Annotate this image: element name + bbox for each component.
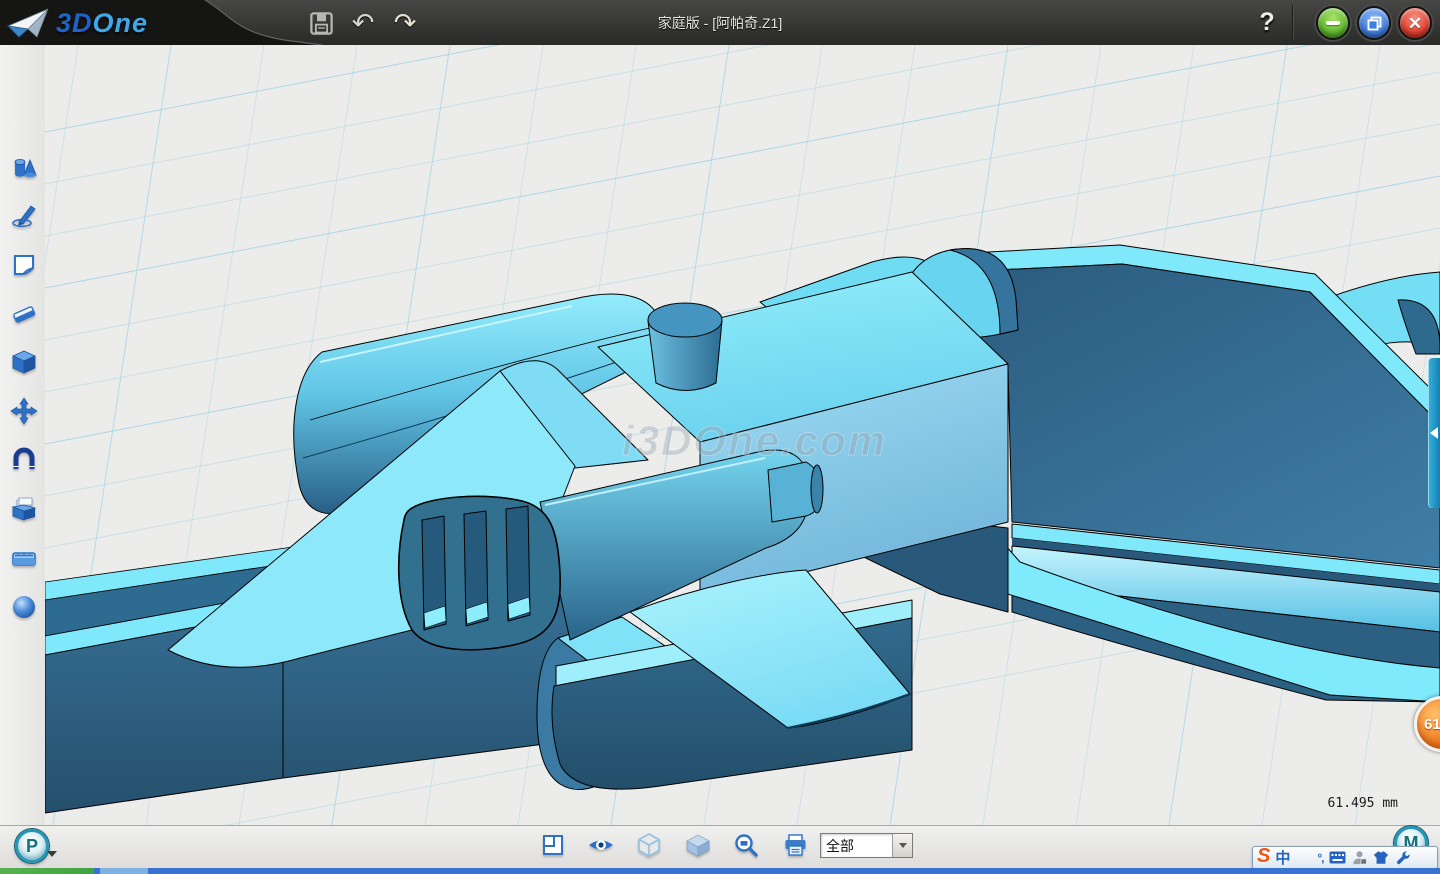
ime-logo-icon[interactable]: S bbox=[1257, 846, 1270, 866]
user-profile-icon bbox=[1352, 850, 1367, 865]
sidebar-item-sketch-plane[interactable] bbox=[9, 250, 39, 280]
taskbar-strip-highlight bbox=[100, 868, 148, 874]
ime-punctuation-toggle[interactable]: °, bbox=[1317, 851, 1323, 865]
settings-wrench-icon bbox=[1396, 850, 1411, 865]
ime-profile-button[interactable] bbox=[1351, 849, 1368, 866]
view-filter-value: 全部 bbox=[821, 834, 892, 857]
soft-keyboard-icon bbox=[1329, 851, 1346, 864]
sidebar-item-feature-cube[interactable] bbox=[9, 347, 39, 377]
logo-text-one: One bbox=[93, 8, 149, 38]
app-logo: 3DOne bbox=[6, 5, 236, 41]
ime-toolbar: S 中 °, bbox=[1252, 846, 1438, 869]
help-button[interactable]: ? bbox=[1252, 4, 1282, 41]
ime-keyboard-button[interactable] bbox=[1329, 849, 1346, 866]
titlebar-separator bbox=[1292, 5, 1293, 39]
restore-icon bbox=[1367, 16, 1382, 31]
half-moon-icon bbox=[1296, 850, 1311, 865]
ime-skin-button[interactable] bbox=[1373, 849, 1390, 866]
visibility-button[interactable] bbox=[587, 832, 615, 858]
view-filter-dropdown[interactable]: 全部 bbox=[820, 833, 913, 858]
3done-app-window: { "window": { "logo_3d": "3D", "logo_one… bbox=[0, 0, 1440, 874]
p-button-caret[interactable] bbox=[47, 851, 57, 857]
paper-plane-icon bbox=[6, 6, 50, 40]
p-button-label: P bbox=[26, 836, 38, 857]
sidebar-item-assembly-box[interactable] bbox=[9, 494, 39, 524]
sidebar-item-measure-kit[interactable] bbox=[9, 543, 39, 573]
plane-corner-icon bbox=[541, 833, 565, 857]
magnet-icon bbox=[10, 446, 38, 474]
sidebar-item-eraser[interactable] bbox=[9, 299, 39, 329]
viewport-canvas[interactable]: i3DOne.com bbox=[45, 45, 1440, 825]
title-bar: 3DOne ↶ ↷ 家庭版 - [阿帕奇.Z1] ? ✕ bbox=[0, 0, 1440, 46]
redo-button[interactable]: ↷ bbox=[390, 8, 420, 38]
pattern-library-button[interactable]: P bbox=[15, 829, 49, 863]
collapse-arrow-icon bbox=[1430, 427, 1438, 439]
wireframe-cube-icon bbox=[637, 832, 661, 858]
save-floppy-icon bbox=[308, 10, 335, 37]
print-icon bbox=[783, 833, 808, 858]
assembly-box-icon bbox=[10, 495, 38, 523]
ime-fullhalf-toggle[interactable] bbox=[1295, 849, 1312, 866]
shaded-view-button[interactable] bbox=[684, 832, 712, 858]
taskbar-strip bbox=[0, 868, 1440, 874]
close-button[interactable]: ✕ bbox=[1398, 6, 1432, 40]
model-apache[interactable] bbox=[45, 245, 1440, 813]
shaded-cube-icon bbox=[685, 833, 711, 857]
floating-badge-value: 61 bbox=[1424, 716, 1440, 733]
sketch-plane-icon bbox=[10, 251, 38, 279]
print-button[interactable] bbox=[781, 832, 809, 858]
redo-icon: ↷ bbox=[394, 10, 417, 36]
skin-shirt-icon bbox=[1373, 850, 1389, 865]
window-title: 家庭版 - [阿帕奇.Z1] bbox=[658, 0, 782, 45]
taskbar-strip-green bbox=[0, 868, 94, 874]
ime-settings-button[interactable] bbox=[1395, 849, 1412, 866]
move-arrows-icon bbox=[10, 397, 38, 425]
save-button[interactable] bbox=[306, 8, 336, 38]
chevron-down-icon bbox=[899, 843, 907, 848]
dimension-readout: 61.495 mm bbox=[1298, 796, 1398, 811]
zoom-capture-button[interactable] bbox=[732, 832, 760, 858]
watermark: i3DOne.com bbox=[622, 417, 887, 464]
engine-intake-slots bbox=[422, 506, 530, 630]
sketch-pen-icon bbox=[10, 202, 38, 230]
model-rotor-mast bbox=[648, 303, 722, 391]
sidebar-item-magnet-snap[interactable] bbox=[9, 445, 39, 475]
restore-button[interactable] bbox=[1357, 6, 1391, 40]
measure-kit-icon bbox=[10, 544, 38, 572]
visibility-eye-icon bbox=[588, 835, 614, 855]
wireframe-view-button[interactable] bbox=[635, 832, 663, 858]
sidebar-item-sketch-draw[interactable] bbox=[9, 201, 39, 231]
viewport-scene: i3DOne.com bbox=[45, 45, 1440, 825]
feature-cube-icon bbox=[10, 348, 38, 376]
close-icon: ✕ bbox=[1408, 15, 1422, 32]
minimize-icon bbox=[1326, 21, 1340, 25]
primitive-shapes-icon bbox=[10, 154, 38, 182]
eraser-icon bbox=[10, 300, 38, 328]
sidebar-item-primitive-shapes[interactable] bbox=[9, 153, 39, 183]
view-filter-dropdown-button[interactable] bbox=[892, 834, 912, 857]
bottom-toolbar bbox=[0, 825, 1440, 869]
material-sphere-icon bbox=[10, 593, 38, 621]
logo-text-3d: 3D bbox=[56, 8, 93, 38]
undo-icon: ↶ bbox=[352, 10, 375, 36]
zoom-capture-icon bbox=[734, 833, 759, 858]
tool-sidebar bbox=[0, 45, 46, 825]
sidebar-item-material-sphere[interactable] bbox=[9, 592, 39, 622]
sidebar-item-move-transform[interactable] bbox=[9, 396, 39, 426]
side-panel-toggle[interactable] bbox=[1428, 358, 1440, 508]
ime-language-toggle[interactable]: 中 bbox=[1275, 847, 1290, 868]
undo-button[interactable]: ↶ bbox=[348, 8, 378, 38]
minimize-button[interactable] bbox=[1316, 6, 1350, 40]
sketch-plane-view-button[interactable] bbox=[539, 832, 567, 858]
